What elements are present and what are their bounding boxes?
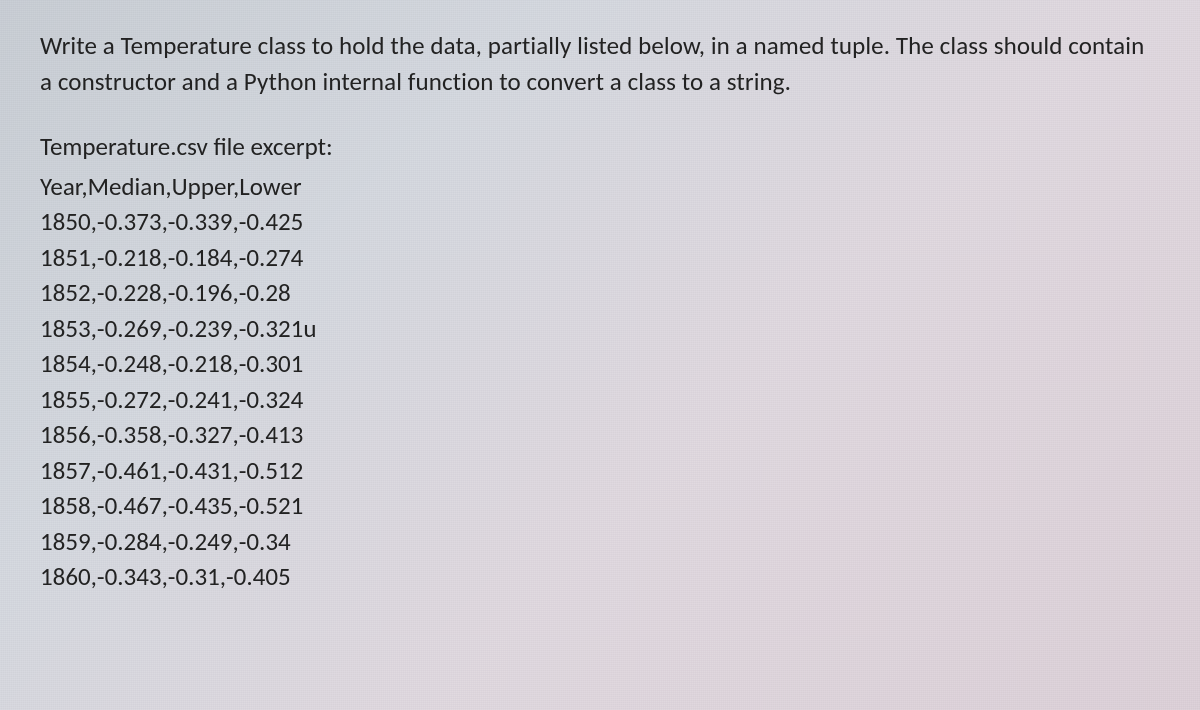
csv-data-row: 1859,-0.284,-0.249,-0.34: [40, 524, 1160, 560]
problem-instructions: Write a Temperature class to hold the da…: [40, 28, 1160, 101]
csv-data-row: 1853,-0.269,-0.239,-0.321u: [40, 311, 1160, 347]
csv-data-row: 1858,-0.467,-0.435,-0.521: [40, 488, 1160, 524]
document-content: Write a Temperature class to hold the da…: [40, 28, 1160, 595]
csv-data-row: 1860,-0.343,-0.31,-0.405: [40, 559, 1160, 595]
csv-data-row: 1857,-0.461,-0.431,-0.512: [40, 453, 1160, 489]
excerpt-title: Temperature.csv file excerpt:: [40, 129, 1160, 165]
csv-data-row: 1850,-0.373,-0.339,-0.425: [40, 204, 1160, 240]
csv-header-row: Year,Median,Upper,Lower: [40, 169, 1160, 205]
csv-data-row: 1856,-0.358,-0.327,-0.413: [40, 417, 1160, 453]
csv-data-row: 1851,-0.218,-0.184,-0.274: [40, 240, 1160, 276]
csv-data-row: 1852,-0.228,-0.196,-0.28: [40, 275, 1160, 311]
csv-data-row: 1854,-0.248,-0.218,-0.301: [40, 346, 1160, 382]
csv-data-row: 1855,-0.272,-0.241,-0.324: [40, 382, 1160, 418]
